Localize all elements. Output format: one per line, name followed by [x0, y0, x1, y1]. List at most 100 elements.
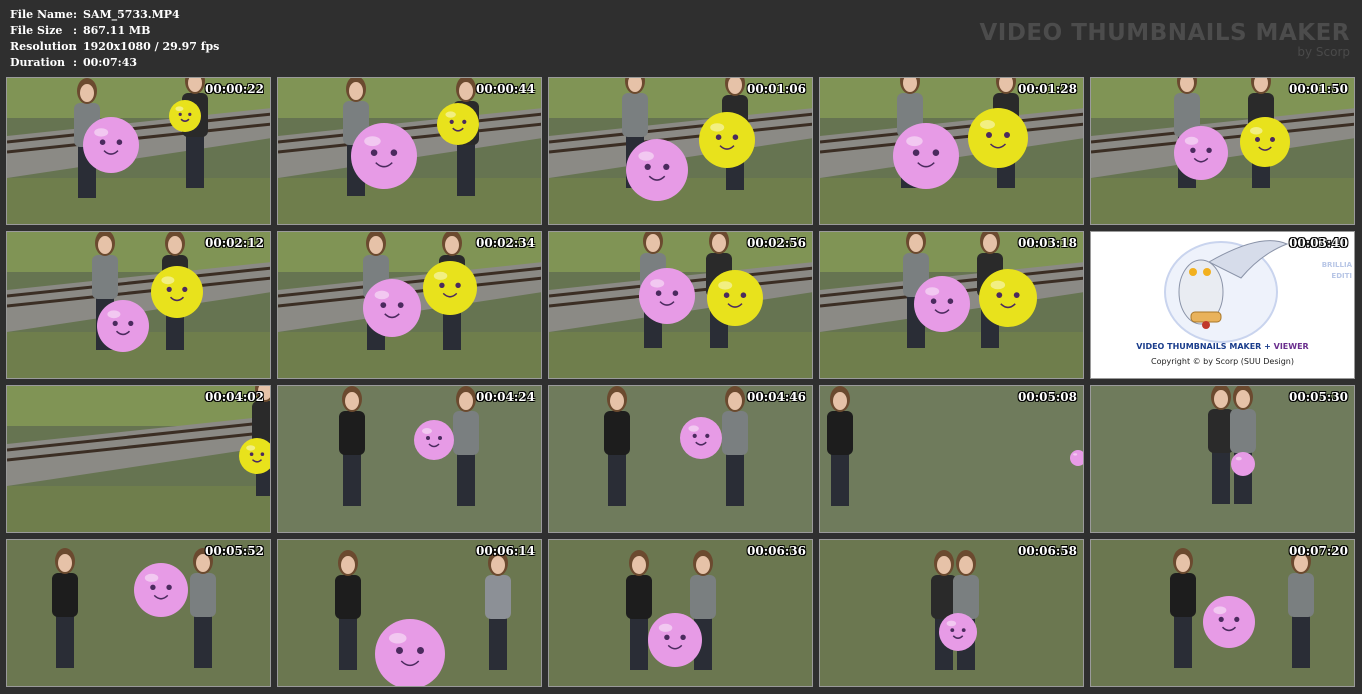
pink-balloon	[1231, 452, 1255, 476]
yellow-balloon	[437, 103, 479, 145]
frame-image	[1091, 78, 1354, 224]
frame-image	[549, 232, 812, 378]
pink-balloon	[97, 300, 149, 352]
pink-balloon	[414, 420, 454, 460]
grass	[7, 486, 270, 532]
ad-thumbnail[interactable]: BRILLIA EDITI VIDEO THUMBNAILS MAKER + VIE…	[1090, 231, 1355, 379]
wax-seal	[1202, 321, 1210, 329]
frame-image	[820, 78, 1083, 224]
ad-title-maker: VIDEO THUMBNAILS MAKER	[1136, 342, 1262, 351]
video-thumbnail[interactable]: 00:00:22	[6, 77, 271, 225]
thumbnail-timestamp: 00:05:30	[1289, 390, 1348, 404]
yellow-balloon	[979, 269, 1037, 327]
frame-image	[278, 232, 541, 378]
pink-balloon	[375, 619, 445, 686]
video-thumbnail[interactable]: 00:01:06	[548, 77, 813, 225]
frame-image	[820, 540, 1083, 686]
frame-image	[278, 540, 541, 686]
thumbnail-timestamp: 00:04:02	[205, 390, 264, 404]
yellow-balloon	[423, 261, 477, 315]
owl-eye	[1203, 268, 1211, 276]
grass	[820, 332, 1083, 378]
separator: :	[73, 56, 78, 69]
video-thumbnail[interactable]: 00:02:56	[548, 231, 813, 379]
resolution-value: 1920x1080 / 29.97 fps	[83, 40, 220, 53]
thumbnail-timestamp: 00:00:44	[476, 82, 535, 96]
video-thumbnail[interactable]: 00:03:18	[819, 231, 1084, 379]
grass	[549, 332, 812, 378]
pink-balloon	[648, 613, 702, 667]
video-thumbnail[interactable]: 00:05:30	[1090, 385, 1355, 533]
thumbnail-timestamp: 00:01:50	[1289, 82, 1348, 96]
video-thumbnail[interactable]: 00:06:36	[548, 539, 813, 687]
brand-title: VIDEO THUMBNAILS MAKER	[979, 20, 1350, 46]
frame-image	[549, 386, 812, 532]
frame-image	[278, 78, 541, 224]
frame-image	[1091, 386, 1354, 532]
frame-image	[820, 232, 1083, 378]
thumbnail-timestamp: 00:06:36	[747, 544, 806, 558]
video-thumbnail[interactable]: 00:04:02	[6, 385, 271, 533]
separator: :	[73, 8, 78, 21]
separator: :	[73, 40, 78, 53]
grass	[278, 178, 541, 224]
scroll	[1190, 311, 1222, 323]
frame-image	[1091, 540, 1354, 686]
file-name-value: SAM_5733.MP4	[83, 8, 180, 21]
video-thumbnail[interactable]: 00:05:52	[6, 539, 271, 687]
hillside	[820, 386, 1083, 532]
thumbnail-timestamp: 00:03:18	[1018, 236, 1077, 250]
thumbnail-timestamp: 00:07:20	[1289, 544, 1348, 558]
frame-image	[7, 386, 270, 532]
brand-subtitle: by Scorp	[1297, 45, 1350, 59]
duration-value: 00:07:43	[83, 56, 138, 69]
pink-balloon	[134, 563, 188, 617]
yellow-balloon	[151, 266, 203, 318]
header: File Name : SAM_5733.MP4 File Size : 867…	[0, 0, 1362, 76]
video-thumbnail[interactable]: 00:06:14	[277, 539, 542, 687]
video-thumbnail[interactable]: 00:04:46	[548, 385, 813, 533]
frame-image	[820, 386, 1083, 532]
video-thumbnail[interactable]: 00:07:20	[1090, 539, 1355, 687]
video-thumbnail[interactable]: 00:01:50	[1090, 77, 1355, 225]
grass	[7, 178, 270, 224]
ad-title-plus: +	[1261, 342, 1274, 351]
frame-image	[7, 540, 270, 686]
thumbnail-grid: 00:00:22 00:00:44 00:01:06 00:01:28 00:01:50…	[6, 77, 1356, 688]
pink-balloon	[893, 123, 959, 189]
thumbnail-timestamp: 00:06:14	[476, 544, 535, 558]
yellow-balloon	[968, 108, 1028, 168]
frame-image	[7, 232, 270, 378]
pink-balloon	[351, 123, 417, 189]
grass-field	[7, 540, 270, 686]
video-thumbnail[interactable]: 00:05:08	[819, 385, 1084, 533]
video-thumbnail[interactable]: 00:04:24	[277, 385, 542, 533]
ad-side-line: BRILLIA	[1321, 261, 1352, 269]
pink-balloon	[626, 139, 688, 201]
file-info: File Name : SAM_5733.MP4 File Size : 867…	[10, 7, 219, 71]
grass	[820, 178, 1083, 224]
ad-copyright: Copyright © by Scorp (SUU Design)	[1150, 357, 1294, 366]
file-size-label: File Size	[10, 24, 63, 37]
hillside	[549, 386, 812, 532]
video-thumbnail[interactable]: 00:02:34	[277, 231, 542, 379]
video-thumbnail[interactable]: 00:00:44	[277, 77, 542, 225]
duration-label: Duration	[10, 56, 66, 69]
thumbnail-timestamp: 00:02:12	[205, 236, 264, 250]
thumbnail-timestamp: 00:04:46	[747, 390, 806, 404]
yellow-balloon	[169, 100, 201, 132]
video-thumbnail[interactable]: 00:01:28	[819, 77, 1084, 225]
pink-balloon	[1174, 126, 1228, 180]
video-thumbnail[interactable]: 00:02:12	[6, 231, 271, 379]
thumbnail-timestamp: 00:01:28	[1018, 82, 1077, 96]
thumbnail-timestamp: 00:02:34	[476, 236, 535, 250]
grass	[278, 332, 541, 378]
yellow-balloon	[1240, 117, 1290, 167]
pink-balloon	[83, 117, 139, 173]
frame-image	[549, 540, 812, 686]
video-thumbnail[interactable]: 00:06:58	[819, 539, 1084, 687]
pink-balloon	[363, 279, 421, 337]
file-name-row: File Name : SAM_5733.MP4	[10, 7, 219, 23]
ad-title-viewer: VIEWER	[1273, 342, 1309, 351]
file-size-row: File Size : 867.11 MB	[10, 23, 219, 39]
